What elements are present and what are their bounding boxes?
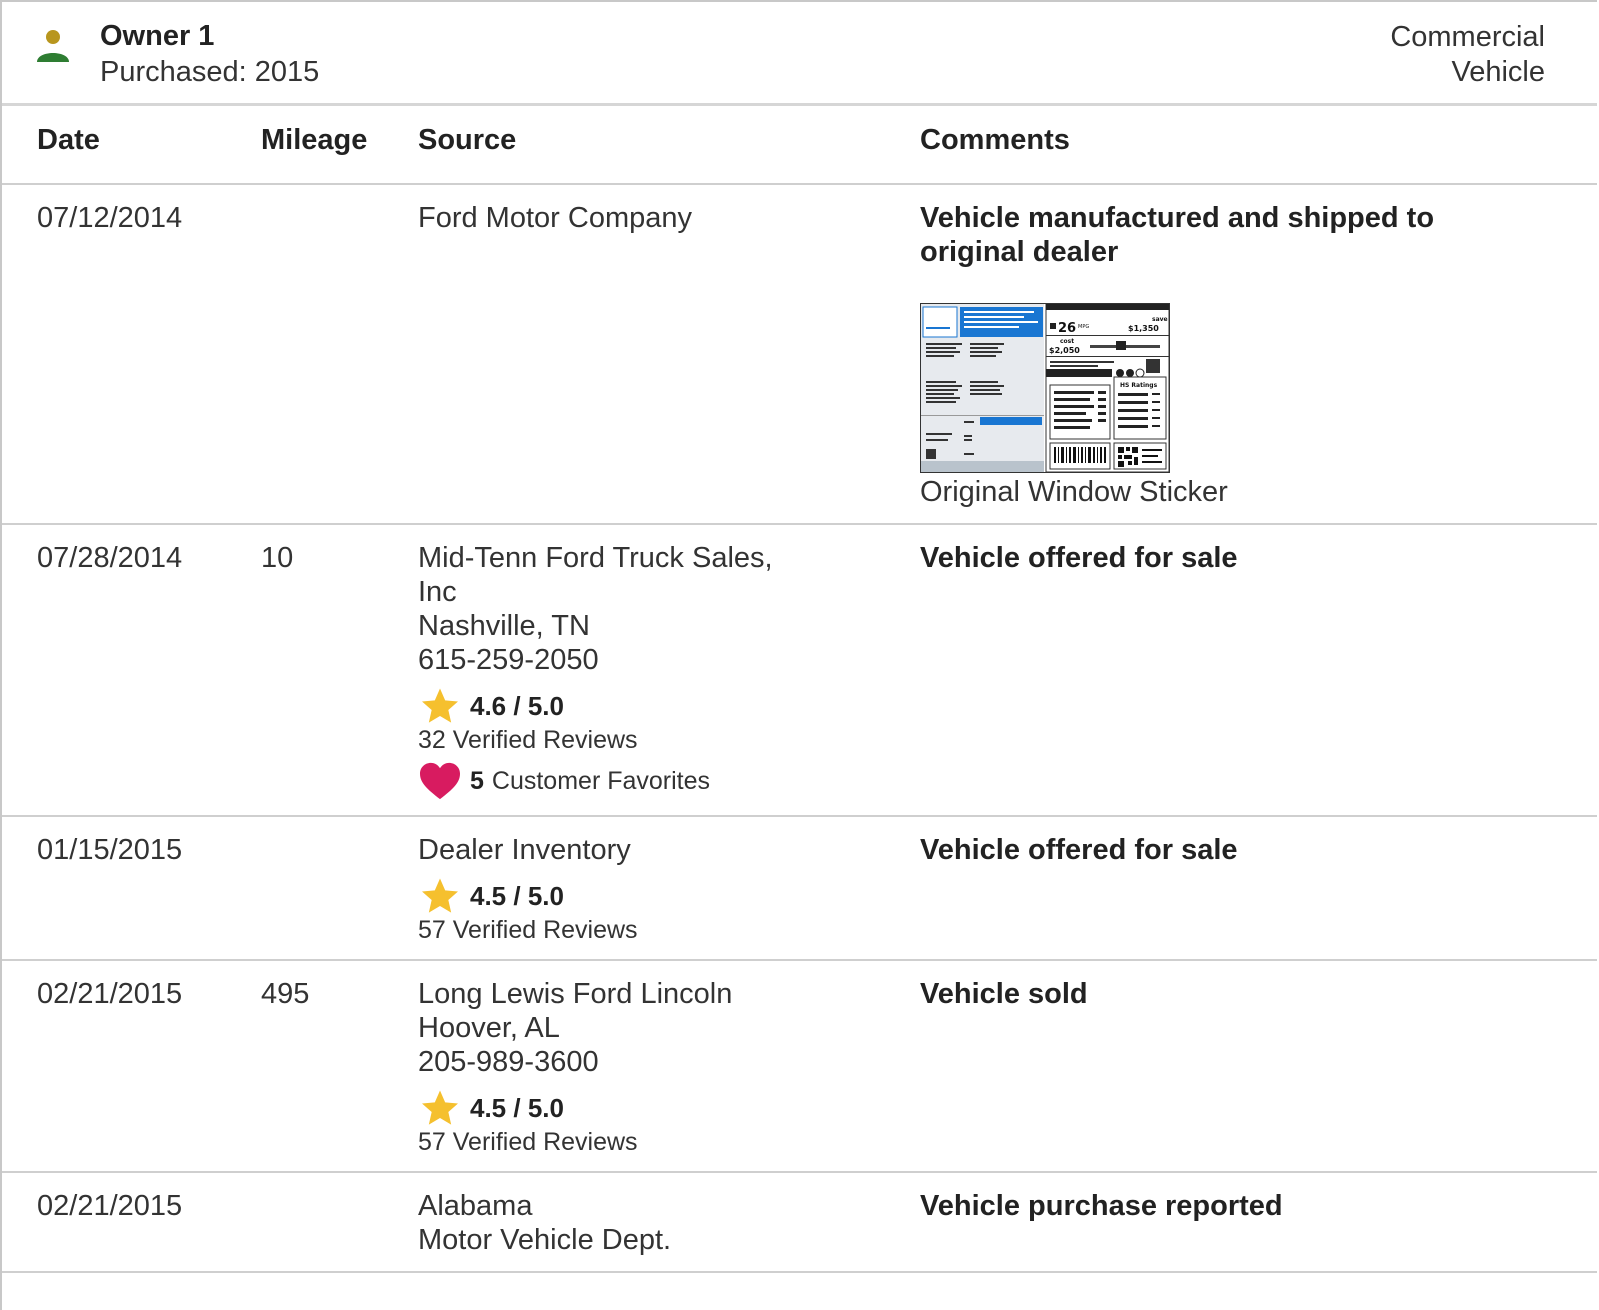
comment-text: Vehicle offered for sale: [920, 542, 1238, 574]
window-sticker-thumbnail[interactable]: 26 MPG save $1,350 cost $2,050 HS Rating…: [920, 303, 1170, 473]
sticker-cost-value: $2,050: [1049, 346, 1080, 355]
source-dealer-name-cont[interactable]: Inc: [418, 575, 920, 609]
source-dealer-name[interactable]: Mid-Tenn Ford Truck Sales,: [418, 541, 920, 575]
source-name[interactable]: Dealer Inventory: [418, 833, 920, 867]
row-source: Dealer Inventory 4.5 / 5.0 57 Verified R…: [418, 816, 920, 961]
row-source: Alabama Motor Vehicle Dept.: [418, 1172, 920, 1273]
sticker-save-value: $1,350: [1128, 324, 1159, 333]
source-location: Nashville, TN: [418, 610, 590, 642]
sticker-ratings-label: HS Ratings: [1120, 382, 1158, 389]
comment-text: Vehicle manufactured and shipped to orig…: [920, 202, 1435, 268]
comment-text: Vehicle offered for sale: [920, 834, 1238, 866]
sticker-mpg-unit: MPG: [1078, 324, 1089, 330]
header-source: Source: [418, 106, 920, 185]
rating-score: 4.6 / 5.0: [470, 691, 564, 721]
row-mileage: 10: [261, 524, 418, 817]
table-row: 02/21/2015 Alabama Motor Vehicle Dept. V…: [2, 1172, 1597, 1273]
person-icon: [37, 30, 69, 62]
source-phone[interactable]: 205-989-3600: [418, 1045, 920, 1079]
row-mileage: [261, 816, 418, 961]
comment-text: Vehicle purchase reported: [920, 1190, 1283, 1222]
rating-score: 4.5 / 5.0: [470, 881, 564, 911]
owner-header: Owner 1 Purchased: 2015 Commercial Vehic…: [2, 0, 1597, 106]
table-row: 07/12/2014 Ford Motor Company Vehicle ma…: [2, 184, 1597, 525]
row-mileage: [261, 1172, 418, 1273]
window-sticker-caption[interactable]: Original Window Sticker: [920, 475, 1597, 509]
row-comments: Vehicle offered for sale: [920, 816, 1597, 961]
dealer-rating: 4.6 / 5.0: [418, 687, 920, 725]
owner-purchased-year: Purchased: 2015: [100, 56, 320, 88]
row-source: Ford Motor Company: [418, 184, 920, 525]
source-line: Ford Motor Company: [418, 202, 692, 234]
header-date: Date: [2, 106, 261, 185]
table-row: 07/28/2014 10 Mid-Tenn Ford Truck Sales,…: [2, 524, 1597, 817]
row-mileage: 495: [261, 960, 418, 1173]
owner-type-line-2: Vehicle: [1451, 56, 1545, 88]
owner-type-line-1: Commercial: [1390, 21, 1545, 53]
row-comments: Vehicle purchase reported: [920, 1172, 1597, 1273]
sticker-mpg: 26: [1058, 321, 1076, 336]
dealer-rating: 4.5 / 5.0: [418, 1089, 920, 1127]
verified-reviews-link[interactable]: 32 Verified Reviews: [418, 725, 920, 755]
favorites-count: 5: [470, 767, 484, 795]
source-name-cont: Motor Vehicle Dept.: [418, 1224, 672, 1256]
window-sticker-link[interactable]: 26 MPG save $1,350 cost $2,050 HS Rating…: [920, 303, 1597, 509]
verified-reviews-link[interactable]: 57 Verified Reviews: [418, 915, 920, 945]
row-source: Mid-Tenn Ford Truck Sales, Inc Nashville…: [418, 524, 920, 817]
history-table: Date Mileage Source Comments 07/12/2014 …: [2, 106, 1597, 1273]
table-row: 02/21/2015 495 Long Lewis Ford Lincoln H…: [2, 960, 1597, 1173]
sticker-cost-label: cost: [1060, 338, 1074, 345]
owner-name: Owner 1: [100, 20, 215, 52]
table-row: 01/15/2015 Dealer Inventory 4.5 / 5.0 57…: [2, 816, 1597, 961]
vehicle-history-panel: Owner 1 Purchased: 2015 Commercial Vehic…: [0, 0, 1597, 1310]
row-comments: Vehicle sold: [920, 960, 1597, 1173]
row-date: 07/12/2014: [2, 184, 261, 525]
row-comments: Vehicle manufactured and shipped to orig…: [920, 184, 1597, 525]
customer-favorites: 5 Customer Favorites: [418, 761, 920, 801]
star-icon: [422, 688, 458, 723]
verified-reviews-link[interactable]: 57 Verified Reviews: [418, 1127, 920, 1157]
row-comments: Vehicle offered for sale: [920, 524, 1597, 817]
heart-icon: [420, 762, 460, 800]
source-location: Hoover, AL: [418, 1012, 560, 1044]
sticker-save-label: save: [1152, 316, 1168, 323]
source-phone[interactable]: 615-259-2050: [418, 643, 920, 677]
row-date: 07/28/2014: [2, 524, 261, 817]
table-header-row: Date Mileage Source Comments: [2, 106, 1597, 185]
rating-score: 4.5 / 5.0: [470, 1093, 564, 1123]
star-icon: [422, 1090, 458, 1125]
row-date: 02/21/2015: [2, 960, 261, 1173]
source-dealer-name[interactable]: Long Lewis Ford Lincoln: [418, 977, 920, 1011]
row-date: 02/21/2015: [2, 1172, 261, 1273]
star-icon: [422, 878, 458, 913]
favorites-label: Customer Favorites: [491, 767, 711, 795]
row-mileage: [261, 184, 418, 525]
source-name: Alabama: [418, 1190, 533, 1222]
dealer-rating: 4.5 / 5.0: [418, 877, 920, 915]
row-date: 01/15/2015: [2, 816, 261, 961]
comment-text: Vehicle sold: [920, 978, 1088, 1010]
header-comments: Comments: [920, 106, 1597, 185]
header-mileage: Mileage: [261, 106, 418, 185]
owner-vehicle-type: Commercial Vehicle: [1390, 20, 1545, 90]
row-source: Long Lewis Ford Lincoln Hoover, AL 205-9…: [418, 960, 920, 1173]
